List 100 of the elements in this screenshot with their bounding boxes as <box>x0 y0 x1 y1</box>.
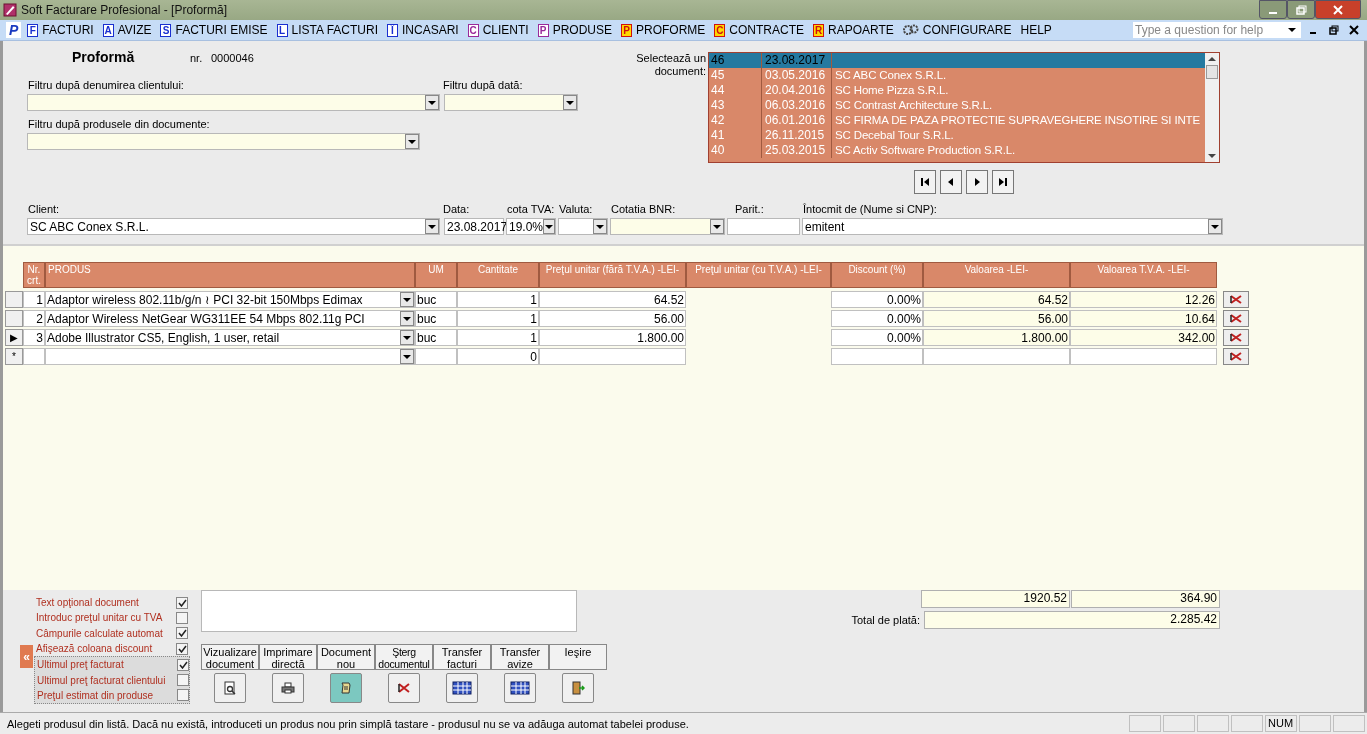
table-cell: 1 <box>457 329 539 346</box>
date-filter-field[interactable] <box>444 94 578 111</box>
input-field[interactable]: 23.08.2017 <box>444 218 504 235</box>
app-logo[interactable]: P <box>6 22 22 38</box>
column-header: PRODUS <box>45 262 415 288</box>
scroll-up-icon[interactable] <box>1208 56 1216 62</box>
dropdown-icon[interactable] <box>400 311 414 326</box>
table-cell: 1 <box>457 291 539 308</box>
product-filter-field[interactable] <box>27 133 420 150</box>
action-button[interactable] <box>272 673 304 703</box>
num-lock-indicator: NUM <box>1265 715 1297 732</box>
table-cell: buc <box>415 329 457 346</box>
action-button[interactable] <box>504 673 536 703</box>
input-field[interactable] <box>558 218 608 235</box>
input-field[interactable]: 19.0% <box>506 218 556 235</box>
product-field[interactable]: Adaptor wireless 802.11b/g/n ≀ PCI 32-bit 150Mbps Edimax <box>45 291 415 308</box>
delete-row-button[interactable] <box>1223 291 1249 308</box>
checkbox[interactable] <box>177 689 189 702</box>
action-button[interactable] <box>562 673 594 703</box>
menu-key-icon: A <box>102 23 114 37</box>
menu-item[interactable]: S FACTURI EMISE <box>160 23 268 37</box>
menu-item[interactable]: P PROFORME <box>621 23 706 37</box>
row-selector[interactable]: ▶ <box>5 329 23 346</box>
menu-item[interactable]: R RAPOARTE <box>813 23 894 37</box>
delete-row-button[interactable] <box>1223 329 1249 346</box>
input-field[interactable] <box>610 218 725 235</box>
last-record-button[interactable] <box>992 170 1014 194</box>
window-title: Soft Facturare Profesional - [Proformă] <box>21 3 228 17</box>
menu-item[interactable]: C CONTRACTE <box>714 23 805 37</box>
product-field[interactable] <box>45 348 415 365</box>
checkbox[interactable] <box>176 642 188 655</box>
delete-row-button[interactable] <box>1223 348 1249 365</box>
document-row[interactable]: 46 23.08.2017 <box>709 53 1205 68</box>
checkbox[interactable] <box>176 596 188 609</box>
table-cell: 12.26 <box>1070 291 1217 308</box>
delete-row-button[interactable] <box>1223 310 1249 327</box>
menu-key-icon: F <box>27 23 39 37</box>
first-record-button[interactable] <box>914 170 936 194</box>
menu-item[interactable]: HELP <box>1020 23 1052 37</box>
action-button[interactable] <box>214 673 246 703</box>
action-button[interactable] <box>388 673 420 703</box>
field-label: Parit.: <box>734 203 765 217</box>
delete-icon <box>1230 352 1242 361</box>
dropdown-icon[interactable] <box>400 292 414 307</box>
pencil-icon <box>3 3 17 17</box>
notes-field[interactable] <box>201 590 577 632</box>
table-cell: 1.800.00 <box>923 329 1070 346</box>
dropdown-icon[interactable] <box>593 219 607 234</box>
input-field[interactable] <box>727 218 800 235</box>
restore-button[interactable] <box>1287 0 1315 19</box>
scrollbar[interactable] <box>1205 53 1219 162</box>
input-field[interactable]: SC ABC Conex S.R.L. <box>27 218 440 235</box>
printer-icon <box>281 681 295 695</box>
dropdown-icon[interactable] <box>425 95 439 110</box>
dropdown-icon[interactable] <box>400 349 414 364</box>
minimize-button[interactable] <box>1259 0 1287 19</box>
product-field[interactable]: Adobe Illustrator CS5, English, 1 user, retail <box>45 329 415 346</box>
last-icon <box>998 177 1008 187</box>
checkbox[interactable] <box>177 674 189 687</box>
menu-item[interactable]: F FACTURI <box>27 23 94 37</box>
dropdown-icon[interactable] <box>710 219 724 234</box>
exit-door-icon <box>571 681 585 695</box>
total-label: Total de plată: <box>851 614 920 626</box>
status-panel <box>1197 715 1229 732</box>
table-cell: 56.00 <box>539 310 686 327</box>
menu-item[interactable]: A AVIZE <box>102 23 152 37</box>
menu-item[interactable]: P PRODUSE <box>537 23 612 37</box>
close-button[interactable] <box>1315 0 1361 19</box>
action-button[interactable] <box>446 673 478 703</box>
client-filter-field[interactable] <box>27 94 440 111</box>
dropdown-icon[interactable] <box>425 219 439 234</box>
restore-icon[interactable] <box>1329 25 1339 35</box>
input-field[interactable]: emitent <box>802 218 1223 235</box>
menu-item[interactable]: CONFIGURARE <box>902 23 1012 37</box>
previous-record-button[interactable] <box>940 170 962 194</box>
checkbox[interactable] <box>176 611 188 624</box>
dropdown-icon[interactable] <box>1208 219 1222 234</box>
close-icon[interactable] <box>1349 25 1359 35</box>
dropdown-icon[interactable] <box>405 134 419 149</box>
document-icon <box>339 681 353 695</box>
option-label: Ultimul preţ facturat clientului <box>37 674 167 686</box>
checkbox[interactable] <box>177 658 189 671</box>
document-number: 0000046 <box>211 52 254 64</box>
scroll-thumb[interactable] <box>1206 65 1218 79</box>
scroll-down-icon[interactable] <box>1208 153 1216 159</box>
button-label: Ieşire <box>549 644 607 670</box>
checkbox[interactable] <box>176 627 188 640</box>
status-panel <box>1231 715 1263 732</box>
next-record-button[interactable] <box>966 170 988 194</box>
help-search-field[interactable]: Type a question for help <box>1133 22 1301 38</box>
restore-icon <box>1295 4 1307 15</box>
document-list[interactable] <box>708 52 1220 163</box>
product-field[interactable]: Adaptor Wireless NetGear WG311EE 54 Mbps 802.11g PCI <box>45 310 415 327</box>
menu-item[interactable]: L LISTA FACTURI <box>276 23 378 37</box>
dropdown-icon[interactable] <box>543 219 555 234</box>
menu-item[interactable]: C CLIENTI <box>467 23 529 37</box>
row-selector[interactable]: * <box>5 348 23 365</box>
field-label: Filtru după dată: <box>442 79 524 93</box>
dropdown-icon[interactable] <box>563 95 577 110</box>
dropdown-icon[interactable] <box>400 330 414 345</box>
